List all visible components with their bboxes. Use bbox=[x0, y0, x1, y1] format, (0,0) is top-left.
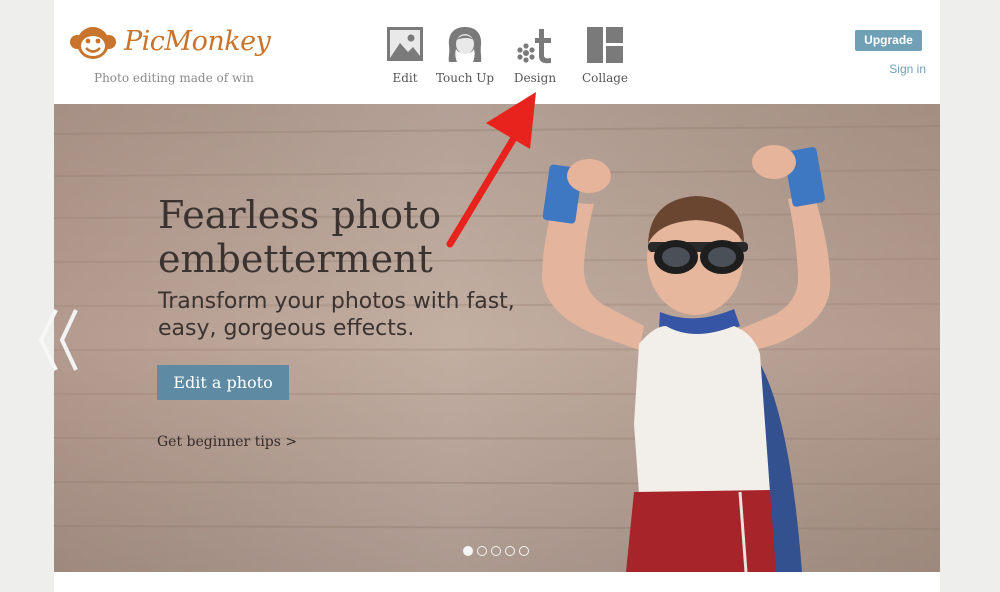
face-icon bbox=[448, 27, 482, 62]
nav-touch-up-label: Touch Up bbox=[435, 71, 495, 85]
hero-title: Fearless photo embetterment bbox=[158, 193, 442, 281]
upgrade-button[interactable]: Upgrade bbox=[855, 30, 922, 51]
nav-design[interactable]: Design bbox=[500, 26, 570, 90]
carousel-dot[interactable] bbox=[463, 546, 473, 556]
hero-subtitle: Transform your photos with fast, easy, g… bbox=[158, 289, 515, 341]
chevron-left-icon bbox=[38, 309, 58, 371]
carousel-dot[interactable] bbox=[519, 546, 529, 556]
carousel-prev-button[interactable] bbox=[38, 306, 58, 376]
nav-design-label: Design bbox=[513, 71, 557, 85]
nav-collage[interactable]: Collage bbox=[570, 26, 640, 90]
carousel-dot[interactable] bbox=[477, 546, 487, 556]
monkey-logo-icon bbox=[70, 27, 116, 59]
nav-collage-label: Collage bbox=[581, 71, 629, 85]
beginner-tips-link[interactable]: Get beginner tips > bbox=[157, 434, 297, 450]
brand-tagline: Photo editing made of win bbox=[94, 71, 254, 85]
nav-touch-up[interactable]: Touch Up bbox=[430, 26, 500, 90]
carousel-dot[interactable] bbox=[491, 546, 501, 556]
collage-icon bbox=[587, 27, 623, 63]
brand-name: PicMonkey bbox=[124, 26, 271, 57]
picmonkey-logo[interactable]: PicMonkey Photo editing made of win bbox=[68, 22, 271, 92]
page-bottom bbox=[54, 572, 940, 592]
design-icon bbox=[517, 29, 551, 64]
site-header: PicMonkey Photo editing made of win Edit bbox=[54, 0, 940, 104]
hero-carousel: Fearless photo embetterment Transform yo… bbox=[54, 104, 940, 572]
page: PicMonkey Photo editing made of win Edit bbox=[54, 0, 940, 592]
carousel-dot[interactable] bbox=[505, 546, 515, 556]
image-icon bbox=[387, 27, 423, 61]
edit-photo-button[interactable]: Edit a photo bbox=[157, 365, 289, 400]
sign-in-link[interactable]: Sign in bbox=[880, 62, 926, 76]
